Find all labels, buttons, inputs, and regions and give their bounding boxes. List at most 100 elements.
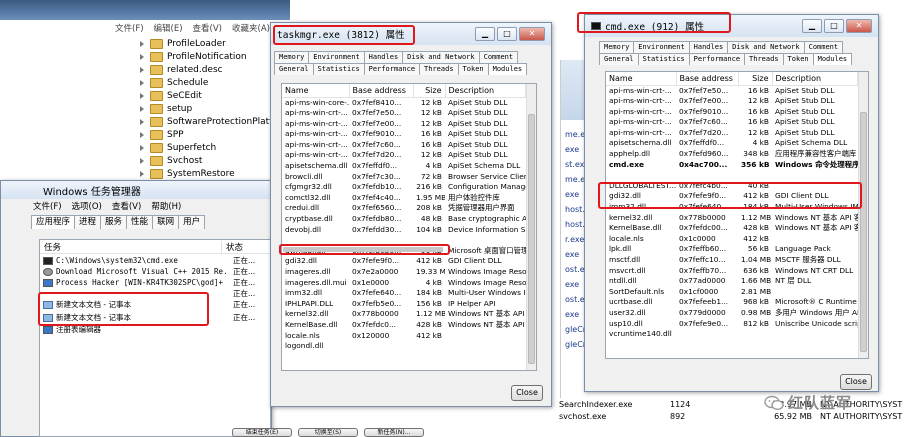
module-row[interactable]: ucrtbase.dll 0x7fefeeb1... 968 kB Microsoft… [606, 297, 858, 308]
tab-general[interactable]: General [274, 63, 314, 75]
maximize-button[interactable]: □ [497, 27, 517, 41]
module-row[interactable]: api-ms-win-crt-... 0x7fef7e00... 12 kB ApiS… [606, 96, 858, 107]
module-row[interactable]: locale.nls 0x1c0000 412 kB [606, 234, 858, 245]
tree-item[interactable]: SPP [140, 128, 184, 141]
switch-to-button-visual[interactable]: 切换至(S) [298, 428, 358, 437]
tab-performance[interactable]: 性能 [126, 215, 154, 229]
tab-general[interactable]: General [599, 53, 639, 65]
expand-icon[interactable] [140, 40, 144, 47]
module-row[interactable]: browcli.dll 0x7fef7c30... 72 kB Browser Ser… [282, 172, 526, 183]
tab-statistics[interactable]: Statistics [312, 63, 365, 75]
tab-token[interactable]: Token [782, 53, 814, 65]
expand-icon[interactable] [140, 170, 144, 177]
module-row[interactable]: api-ms-win-crt-... 0x7fef9010... 16 kB ApiS… [282, 129, 526, 140]
module-row[interactable]: api-ms-win-crt-... 0x7fef9010... 16 kB ApiS… [606, 107, 858, 118]
tab-handles[interactable]: Handles [688, 41, 729, 53]
expand-icon[interactable] [140, 53, 144, 60]
module-row[interactable]: api-ms-win-crt-... 0x7fef7c60... 16 kB ApiS… [606, 117, 858, 128]
tab-users[interactable]: 用户 [178, 215, 206, 229]
module-row[interactable]: ntdll.dll 0x77ad0000 1.66 MB NT 层 DLL [606, 276, 858, 287]
module-row[interactable]: comctl32.dll 0x7fef4c40... 1.95 MB 用户体验控件库 [282, 193, 526, 204]
module-row[interactable]: api-ms-win-crt-... 0x7fef7d20... 12 kB ApiS… [282, 150, 526, 161]
tab-comment[interactable]: Comment [803, 41, 844, 53]
column-base-address[interactable]: Base address [676, 72, 739, 86]
module-row[interactable] [606, 170, 858, 181]
module-row[interactable]: SortDefault.nls 0x1cf0000 2.81 MB [606, 287, 858, 298]
module-row[interactable]: api-ms-win-crt-... 0x7fef7d20... 12 kB ApiS… [606, 128, 858, 139]
task-row[interactable]: C:\Windows\system32\cmd.exe 正在... [43, 255, 255, 266]
props2-scrollbar[interactable] [858, 72, 868, 358]
expand-icon[interactable] [140, 66, 144, 73]
module-row[interactable]: cmd.exe 0x4ac700... 356 kB Windows 命令处理程序 [606, 160, 858, 171]
module-row[interactable]: locale.nls 0x120000 412 kB [282, 331, 526, 342]
module-row[interactable]: apisetschema.dll 0x7feffdf0... 4 kB ApiSet … [606, 138, 858, 149]
tab-memory[interactable]: Memory [274, 51, 310, 63]
tab-handles[interactable]: Handles [363, 51, 404, 63]
minimize-button[interactable]: ▁ [475, 27, 495, 41]
props1-close-button[interactable]: Close [511, 385, 543, 401]
column-name[interactable]: Name [282, 84, 350, 98]
module-row[interactable]: api-ms-win-crt-... 0x7fef7e50... 16 kB ApiS… [606, 85, 858, 96]
maximize-button[interactable]: □ [824, 19, 844, 33]
module-row[interactable]: imm32.dll 0x7fefe640... 184 kB Multi-User W… [282, 288, 526, 299]
expand-icon[interactable] [140, 118, 144, 125]
tab-environment[interactable]: Environment [633, 41, 690, 53]
expand-icon[interactable] [140, 157, 144, 164]
scroll-thumb[interactable] [860, 112, 867, 352]
tab-modules[interactable]: Modules [487, 63, 528, 75]
tab-performance[interactable]: Performance [688, 53, 746, 65]
column-status[interactable]: 状态 [222, 241, 243, 253]
module-row[interactable]: imageres.dll 0x7e2a0000 19.33 MBWindows Im… [282, 267, 526, 278]
task-row[interactable]: Download Microsoft Visual C++ 2015 Re...… [43, 266, 255, 277]
tab-statistics[interactable]: Statistics [637, 53, 690, 65]
module-row[interactable]: cryptbase.dll 0x7fefdb80... 48 kB Base cryp… [282, 214, 526, 225]
expand-icon[interactable] [140, 131, 144, 138]
tab-services[interactable]: 服务 [100, 215, 128, 229]
tab-processes[interactable]: 进程 [74, 215, 102, 229]
module-row[interactable]: kernel32.dll 0x778b0000 1.12 MB Windows NT … [606, 213, 858, 224]
module-row[interactable]: credui.dll 0x7fef6560... 208 kB 凭据管理器用户界面 [282, 203, 526, 214]
tab-modules[interactable]: Modules [812, 53, 853, 65]
module-row[interactable]: devobj.dll 0x7fefdd30... 104 kB Device Info… [282, 225, 526, 236]
module-row[interactable]: IPHLPAPI.DLL 0x7fefb5e0... 156 kB IP Helper… [282, 299, 526, 310]
module-row[interactable]: usp10.dll 0x7fefe9e0... 812 kB Uniscribe Un… [606, 319, 858, 330]
tab-networking[interactable]: 联网 [152, 215, 180, 229]
expand-icon[interactable] [140, 144, 144, 151]
tree-item[interactable]: SystemRestore [140, 167, 235, 180]
tm-menu-file[interactable]: 文件(F) [33, 200, 62, 212]
column-size[interactable]: Size [738, 72, 773, 86]
tree-item[interactable]: SeCEdit [140, 89, 202, 102]
module-row[interactable]: imageres.dll.mui 0x1e0000 4 kB Windows Imag… [282, 278, 526, 289]
module-row[interactable]: msvcrt.dll 0x7feffb70... 636 kB Windows NT … [606, 266, 858, 277]
tree-item[interactable]: ProfileLoader [140, 37, 226, 50]
tree-item[interactable]: ProfileNotification [140, 50, 247, 63]
props1-scrollbar[interactable] [526, 84, 536, 370]
tree-item[interactable]: Schedule [140, 76, 208, 89]
regedit-menu-favorites[interactable]: 收藏夹(A) [232, 22, 270, 34]
tab-threads[interactable]: Threads [419, 63, 459, 75]
expand-icon[interactable] [140, 92, 144, 99]
close-window-button[interactable]: ✕ [846, 19, 872, 33]
module-row[interactable]: api-ms-win-crt-... 0x7fef7e50... 12 kB ApiS… [282, 108, 526, 119]
tm-menu-options[interactable]: 选项(O) [72, 200, 102, 212]
end-task-button-visual[interactable]: 结束任务(E) [232, 428, 292, 437]
tm-menu-help[interactable]: 帮助(H) [151, 200, 181, 212]
tm-menu-view[interactable]: 查看(V) [112, 200, 141, 212]
column-task[interactable]: 任务 [40, 240, 222, 253]
module-row[interactable]: api-ms-win-crt-... 0x7fef7c60... 16 kB ApiS… [282, 140, 526, 151]
regedit-menu-file[interactable]: 文件(F) [115, 22, 144, 34]
module-row[interactable]: vcruntime140.dll [606, 329, 858, 340]
tab-disk-network[interactable]: Disk and Network [727, 41, 805, 53]
close-window-button[interactable]: ✕ [519, 27, 545, 41]
tab-performance[interactable]: Performance [363, 63, 421, 75]
tree-item[interactable]: related.desc [140, 63, 223, 76]
module-row[interactable]: apphelp.dll 0x7fefd960... 348 kB 应用程序兼容性客户端… [606, 149, 858, 160]
tab-environment[interactable]: Environment [308, 51, 365, 63]
regedit-menu-view[interactable]: 查看(V) [193, 22, 222, 34]
tree-item[interactable]: Superfetch [140, 141, 216, 154]
expand-icon[interactable] [140, 79, 144, 86]
tab-token[interactable]: Token [457, 63, 489, 75]
module-row[interactable]: KernelBase.dll 0x7fefdc0... 428 kB Windows … [282, 320, 526, 331]
tab-disk-network[interactable]: Disk and Network [402, 51, 480, 63]
tab-comment[interactable]: Comment [478, 51, 519, 63]
